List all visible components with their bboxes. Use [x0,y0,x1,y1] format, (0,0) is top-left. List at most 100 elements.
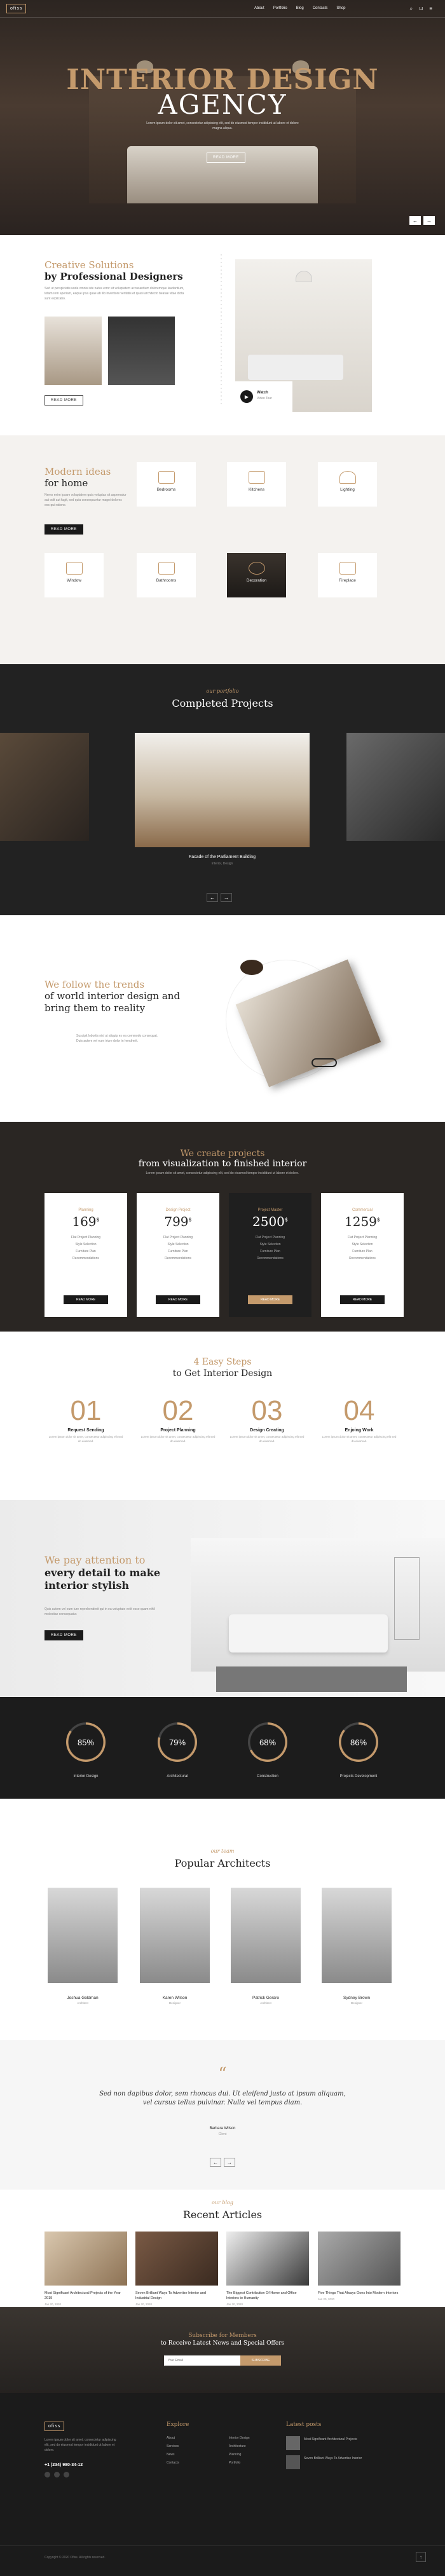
article-card[interactable]: The Biggest Contribution Of Home and Off… [226,2232,309,2306]
plan-feature: Flat Project Planning [347,1236,378,1239]
plan-read-more-button[interactable]: READ MORE [248,1295,292,1304]
plan-feature: Style Selection [167,1243,189,1246]
twitter-icon[interactable] [54,2472,60,2477]
search-icon[interactable]: ⌕ [410,6,413,12]
footer-link[interactable]: Architecture [229,2443,250,2451]
footer-link[interactable]: About [167,2434,179,2443]
post-link[interactable]: Seven Brilliant Ways To Advertise Interi… [304,2457,380,2460]
footer-link[interactable]: Contacts [167,2459,179,2467]
nav-link-portfolio[interactable]: Portfolio [273,6,287,10]
article-card[interactable]: Seven Brilliant Ways To Advertise Interi… [135,2232,218,2306]
card-label: Bedrooms [156,487,176,492]
skill-label: Construction [257,1775,278,1778]
skill-value: 68% [259,1737,277,1747]
facebook-icon[interactable] [44,2472,50,2477]
video-box[interactable]: ▶ Watch Video Tour [235,381,292,412]
ideas-read-more-button[interactable]: READ MORE [44,524,83,535]
post-link[interactable]: Most Significant Architectural Projects [304,2437,380,2441]
nav-link-shop[interactable]: Shop [336,6,345,10]
project-image[interactable] [346,733,445,841]
article-date: Jan 20, 2020 [44,2303,62,2306]
pricing-title: from visualization to finished interior [138,1159,307,1169]
idea-card-bathrooms[interactable]: Bathrooms [137,553,196,597]
scroll-top-icon[interactable]: ↑ [416,2552,426,2562]
email-input[interactable] [164,2355,240,2366]
architect-card[interactable]: Sydney Brown Designer [322,1888,392,2005]
instagram-icon[interactable] [64,2472,69,2477]
footer-link[interactable]: Interior Design [229,2434,250,2443]
play-icon[interactable]: ▶ [240,390,253,403]
logo[interactable]: ofiss [6,4,27,13]
article-card[interactable]: Five Things That Always Goes Into Modern… [318,2232,400,2301]
hero-read-more-button[interactable]: READ MORE [207,153,245,163]
arrow-right-icon[interactable]: → [224,2158,235,2167]
step-text: Lorem ipsum dolor sit amet, consectetur … [322,1435,397,1443]
subscribe-button[interactable]: SUBSCRIBE [240,2355,281,2366]
idea-card-fireplace[interactable]: Fireplace [318,553,377,597]
card-label: Kitchens [249,487,264,492]
footer-link[interactable]: News [167,2451,179,2459]
steps-title: to Get Interior Design [172,1368,273,1379]
arrow-left-icon[interactable]: ← [210,2158,221,2167]
trends-title-gold: We follow the trends [44,979,145,990]
idea-card-decoration[interactable]: Decoration [227,553,286,597]
step-number: 01 [70,1395,102,1426]
post-thumbnail[interactable] [286,2436,300,2450]
step-number: 03 [251,1395,283,1426]
plan-feature: Flat Project Planning [255,1236,285,1239]
plan-read-more-button[interactable]: READ MORE [156,1295,200,1304]
footer-link[interactable]: Services [167,2443,179,2451]
idea-card-window[interactable]: Window [44,553,104,597]
nav-link-blog[interactable]: Blog [296,6,304,10]
idea-card-bedrooms[interactable]: Bedrooms [137,462,196,507]
nav-link-contacts[interactable]: Contacts [313,6,328,10]
project-image-active[interactable] [135,733,310,847]
footer-link[interactable]: Planning [229,2451,250,2459]
video-subtitle: Video Tour [257,397,272,400]
article-card[interactable]: Most Significant Architectural Projects … [44,2232,127,2306]
footer-phone[interactable]: +1 (234) 980-34-12 [44,2463,83,2467]
plan-feature: Recommendations [165,1257,191,1260]
article-title[interactable]: The Biggest Contribution Of Home and Off… [226,2291,309,2301]
cart-icon[interactable]: ⊔ [419,6,423,12]
attention-title: every detail to make interior stylish [44,1567,160,1591]
architects-script: our team [210,1848,235,1854]
menu-icon[interactable]: ≡ [429,6,432,12]
article-title[interactable]: Seven Brilliant Ways To Advertise Interi… [135,2291,218,2301]
attention-read-more-button[interactable]: READ MORE [44,1630,83,1640]
architect-photo [48,1888,118,1983]
plan-name: Commercial [352,1208,373,1212]
plan-read-more-button[interactable]: READ MORE [340,1295,385,1304]
creative-read-more-button[interactable]: READ MORE [44,395,83,405]
architect-name: Patrick Geraro [252,1996,279,2000]
arrow-right-icon[interactable]: → [423,216,435,225]
architect-name: Karen Wilson [162,1996,188,2000]
footer-divider [0,2545,445,2546]
architect-role: Architect [77,2001,88,2005]
step-text: Lorem ipsum dolor sit amet, consectetur … [48,1435,123,1443]
post-thumbnail[interactable] [286,2455,300,2469]
steps-section: 4 Easy Steps to Get Interior Design 01 Re… [0,1332,445,1500]
ideas-title-gold: Modern ideas [44,466,111,477]
architect-card[interactable]: Patrick Geraro Architect [231,1888,301,2005]
article-title[interactable]: Most Significant Architectural Projects … [44,2291,127,2301]
arrow-left-icon[interactable]: ← [409,216,421,225]
living-room-image: ▶ Watch Video Tour [235,259,372,412]
articles-script: our blog [212,2200,233,2205]
step-number: 02 [162,1395,194,1426]
idea-card-lighting[interactable]: Lighting [318,462,377,507]
architect-card[interactable]: Karen Wilson Designer [140,1888,210,2005]
arrow-left-icon[interactable]: ← [207,893,218,902]
project-caption[interactable]: Facade of the Parliament Building [135,855,310,859]
article-title[interactable]: Five Things That Always Goes Into Modern… [318,2291,400,2296]
arrow-right-icon[interactable]: → [221,893,232,902]
idea-card-kitchens[interactable]: Kitchens [227,462,286,507]
nav-link-about[interactable]: About [254,6,264,10]
plan-read-more-button[interactable]: READ MORE [64,1295,108,1304]
ideas-text: Nemo enim ipsam voluptatem quia voluptas… [44,493,127,507]
architect-card[interactable]: Joshua Goldman Architect [48,1888,118,2005]
footer-logo[interactable]: ofiss [44,2422,65,2431]
footer-link[interactable]: Portfolio [229,2459,250,2467]
project-image[interactable] [0,733,89,841]
skill-label: Interior Design [73,1775,99,1778]
